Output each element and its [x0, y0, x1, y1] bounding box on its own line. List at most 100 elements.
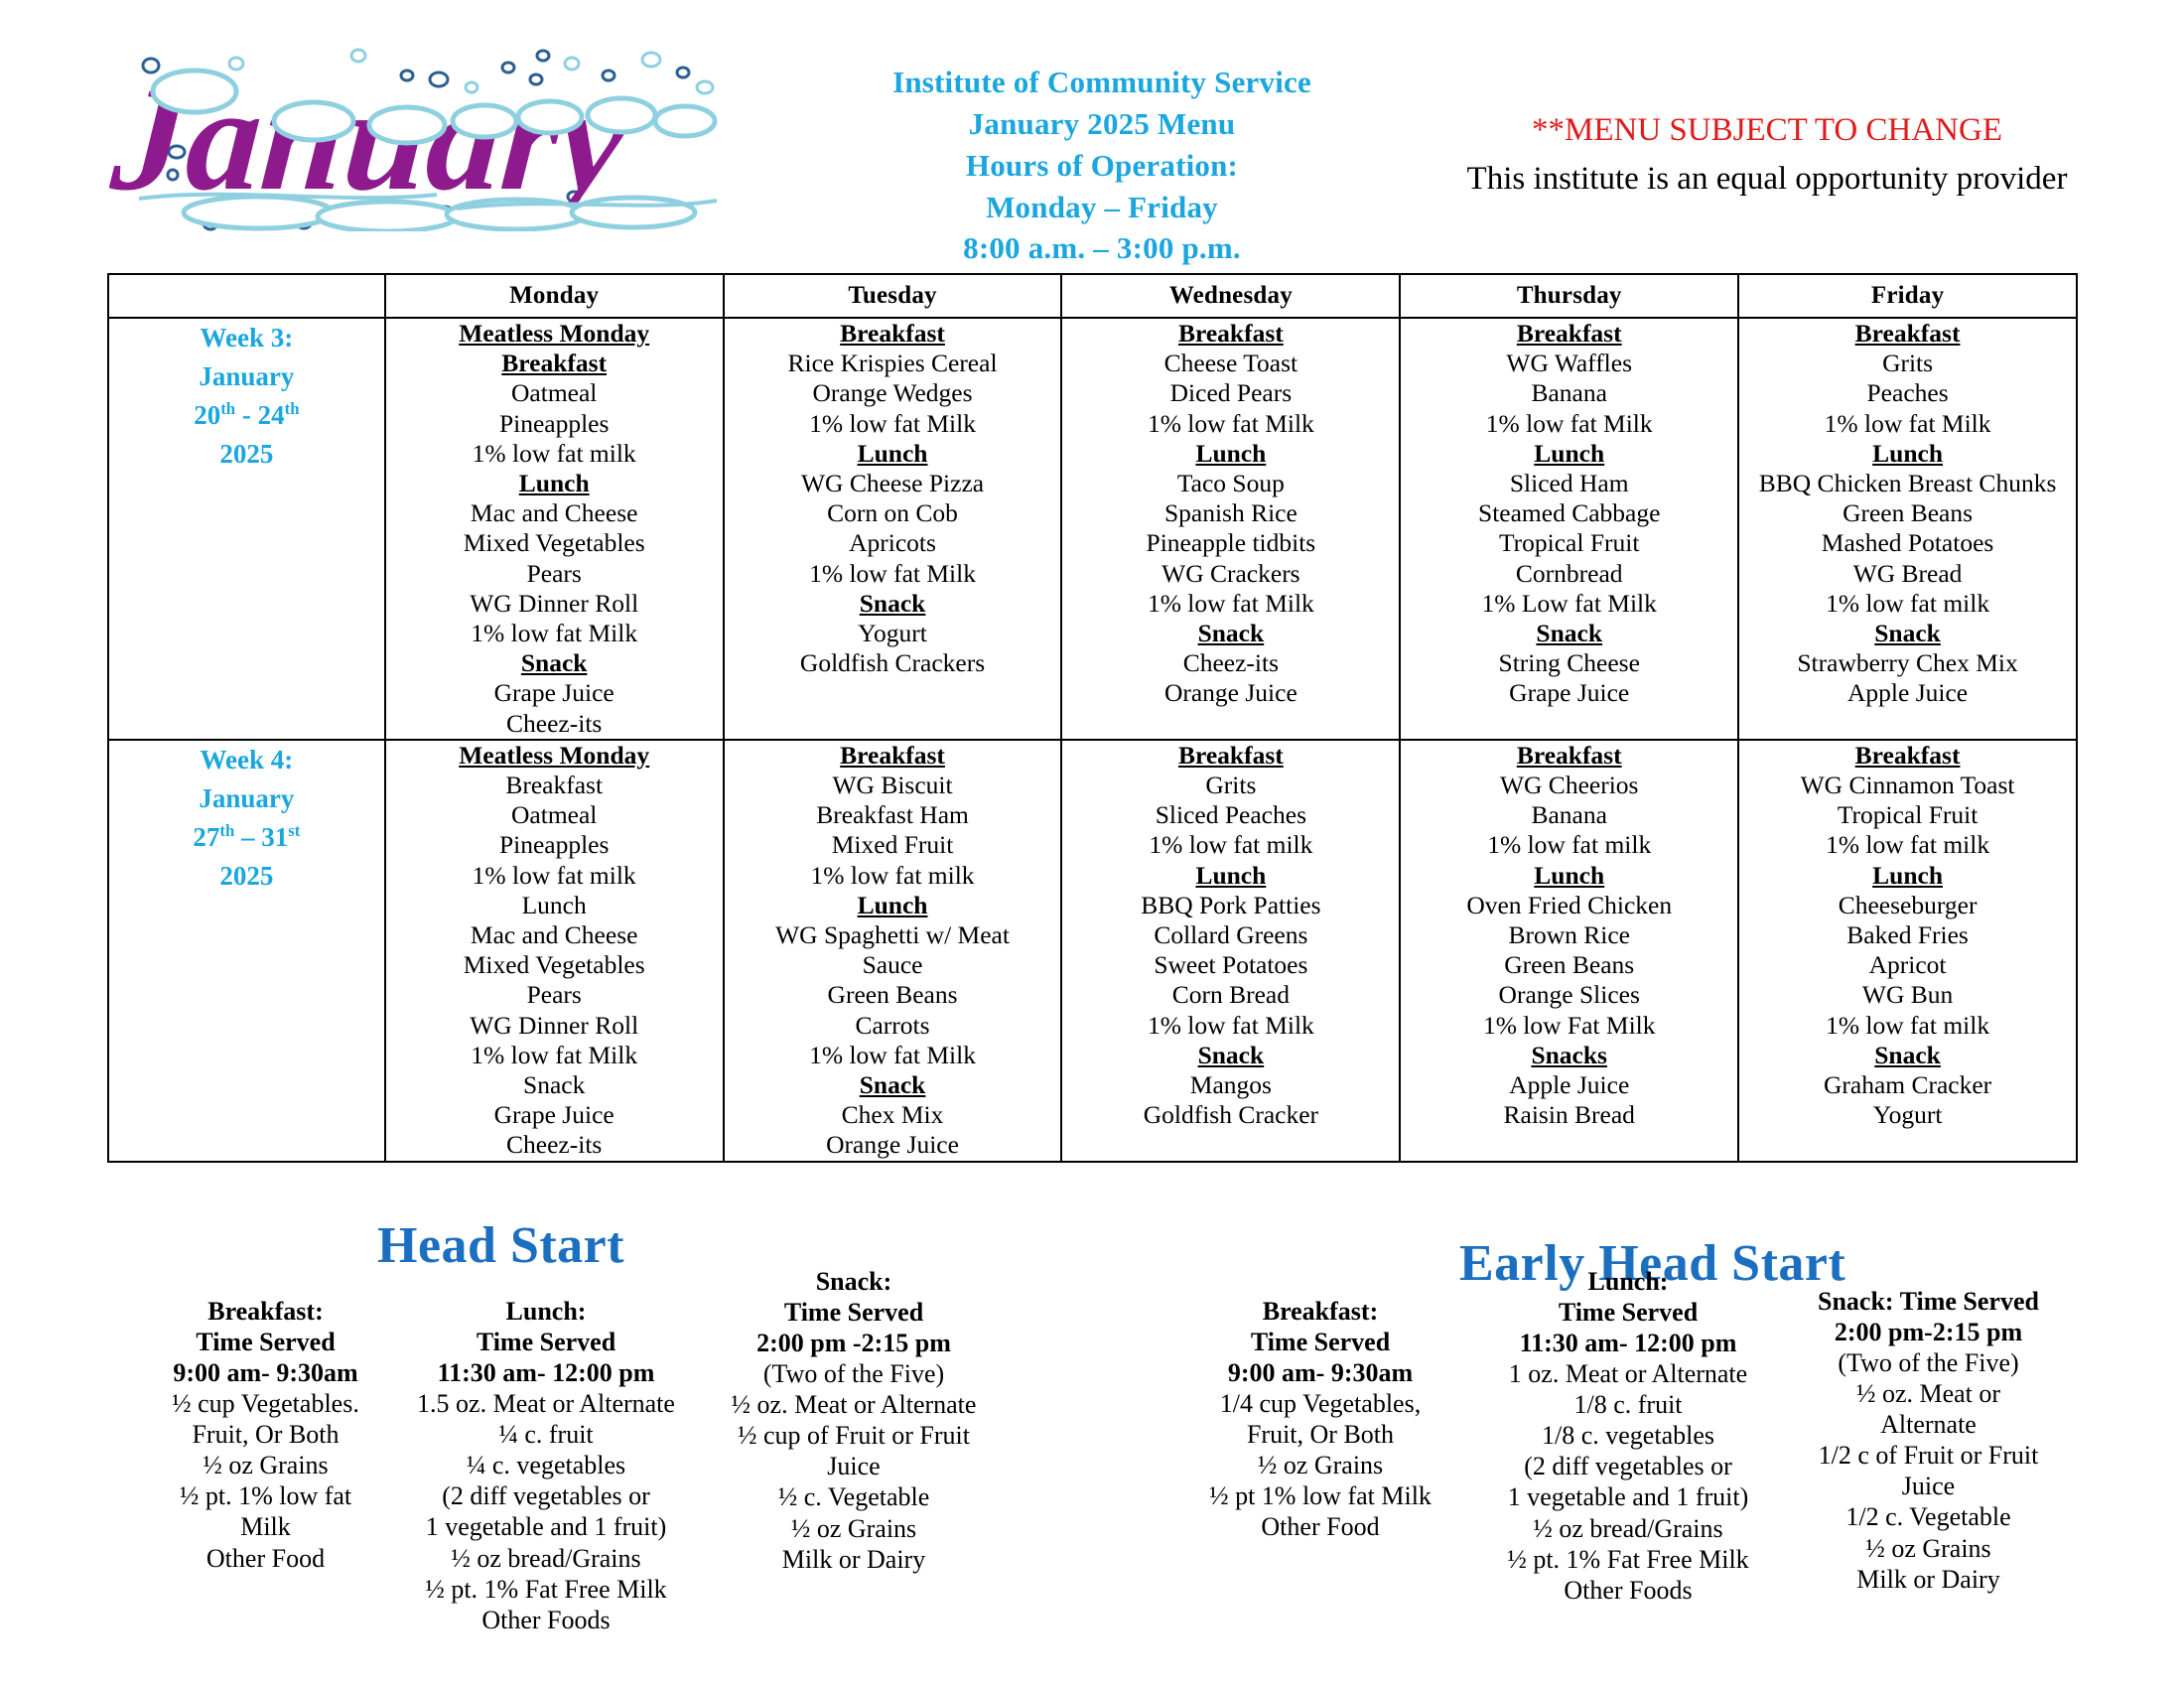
requirement-line: Other Food: [1261, 1512, 1380, 1542]
week-name: Week 4:: [200, 744, 294, 774]
week-label-cell: Week 3: January 20th - 24th 2025: [107, 317, 386, 741]
meal-heading: Lunch: [857, 890, 928, 919]
menu-item: Graham Cracker: [1823, 1070, 1992, 1100]
menu-item: Strawberry Chex Mix: [1797, 648, 2018, 678]
menu-item: Yogurt: [1872, 1100, 1943, 1130]
meal-heading: Breakfast: [1854, 319, 1961, 348]
requirement-line: ½ oz bread/Grains: [1533, 1513, 1723, 1543]
menu-item: 1% low fat Milk: [1147, 588, 1314, 618]
menu-item: 1% low fat Milk: [809, 1040, 976, 1069]
menu-item: Grape Juice: [493, 678, 614, 708]
meal-heading: Lunch: [1872, 860, 1943, 890]
meal-heading: Lunch: [1195, 438, 1267, 468]
meal-heading: Snack: [1197, 619, 1265, 648]
requirement-heading: 2:00 pm -2:15 pm: [756, 1329, 951, 1358]
menu-item: Orange Juice: [1163, 678, 1297, 708]
menu-item: Orange Wedges: [812, 378, 973, 408]
menu-item: 1% low fat Milk: [809, 408, 976, 438]
menu-item: 1% low fat Milk: [1147, 1010, 1314, 1040]
requirement-heading: 11:30 am- 12:00 pm: [437, 1358, 655, 1388]
requirement-line: ½ cup Vegetables.: [172, 1389, 359, 1419]
menu-item: 1% low fat Milk: [1485, 408, 1653, 438]
head-start-title: Head Start: [377, 1217, 625, 1274]
menu-item: Tropical Fruit: [1837, 800, 1979, 830]
menu-item: Green Beans: [827, 980, 958, 1010]
menu-item: Cheez-its: [506, 1130, 603, 1160]
menu-item: Sweet Potatoes: [1154, 950, 1308, 980]
menu-item: WG Dinner Roll: [470, 588, 639, 618]
requirement-line: ½ pt. 1% Fat Free Milk: [1507, 1544, 1749, 1574]
meal-heading: Snack: [1874, 1040, 1941, 1069]
week-dates: 20th - 24th: [194, 399, 300, 431]
menu-item: 1% low fat milk: [1149, 830, 1313, 860]
january-logo: January: [109, 18, 725, 231]
meal-heading: Breakfast: [840, 319, 945, 348]
menu-item: Grape Juice: [493, 1100, 614, 1130]
requirement-line: 1 vegetable and 1 fruit): [425, 1512, 667, 1542]
requirement-line: Milk: [240, 1512, 291, 1542]
menu-item: Pineapples: [498, 830, 610, 860]
header-monday: Monday: [383, 273, 725, 319]
week-month: January: [199, 782, 295, 813]
menu-item: Cornbread: [1515, 558, 1623, 588]
menu-item: Mixed Vegetables: [463, 528, 645, 558]
menu-item: Rice Krispies Cereal: [787, 349, 998, 378]
menu-item: Baked Fries: [1846, 920, 1969, 950]
menu-item: Mixed Fruit: [831, 830, 954, 860]
menu-cell-tuesday: Breakfast Rice Krispies Cereal Orange Wedg…: [722, 317, 1063, 741]
requirement-line: ½ pt. 1% Fat Free Milk: [425, 1574, 667, 1604]
menu-item: Grape Juice: [1509, 678, 1630, 708]
menu-cell-friday: Breakfast Grits Peaches 1% low fat Milk Lunc…: [1737, 317, 2078, 741]
meal-heading: Breakfast: [1516, 319, 1622, 348]
menu-item: 1% Low fat Milk: [1481, 588, 1657, 618]
menu-table-body: Week 3: January 20th - 24th 2025 Meatless Mo…: [107, 317, 2078, 1163]
requirement-heading: Time Served: [476, 1328, 616, 1357]
header-wednesday: Wednesday: [1060, 273, 1402, 319]
menu-item: 1% low fat Milk: [809, 558, 976, 588]
menu-item: 1% low fat milk: [810, 860, 975, 890]
menu-item: Diced Pears: [1169, 378, 1293, 408]
institute-name: Institute of Community Service: [892, 65, 1311, 99]
menu-item: Pineapples: [498, 408, 610, 438]
meal-heading: Breakfast: [1177, 740, 1284, 770]
menu-item: Spanish Rice: [1163, 498, 1297, 528]
menu-item: Breakfast Ham: [816, 800, 969, 830]
header-friday: Friday: [1737, 273, 2078, 319]
menu-item: Mixed Vegetables: [463, 950, 645, 980]
table-row: Week 3: January 20th - 24th 2025 Meatless Mo…: [107, 317, 2078, 741]
requirement-line: Juice: [1901, 1472, 1956, 1501]
requirement-line: ½ cup of Fruit or Fruit: [738, 1421, 970, 1451]
menu-item: Steamed Cabbage: [1478, 498, 1661, 528]
menu-item: WG Biscuit: [832, 771, 953, 800]
menu-item: String Cheese: [1498, 648, 1640, 678]
meal-heading: Snack: [859, 1070, 926, 1100]
requirement-line: ½ oz Grains: [1865, 1533, 1991, 1563]
menu-item: Sauce: [862, 950, 923, 980]
meal-heading: Lunch: [518, 469, 590, 498]
menu-item: WG Spaghetti w/ Meat: [775, 920, 1010, 950]
page-header: January Institute of Community Service J…: [0, 0, 2184, 265]
early-head-start-breakfast-column: Breakfast: Time Served 9:00 am- 9:30am 1/4 …: [1171, 1296, 1469, 1543]
requirement-heading: Lunch:: [1587, 1267, 1669, 1296]
meal-heading: Meatless Monday: [459, 740, 650, 770]
menu-item: Chex Mix: [841, 1100, 944, 1130]
meal-heading: Lunch: [1534, 860, 1605, 890]
menu-table-head: Monday Tuesday Wednesday Thursday Friday: [107, 273, 2078, 319]
menu-item: 1% low fat milk: [1826, 830, 1990, 860]
meal-heading: Snack: [523, 1070, 586, 1100]
menu-item: Orange Slices: [1498, 980, 1640, 1010]
requirement-line: Fruit, Or Both: [1246, 1420, 1395, 1450]
menu-item: Taco Soup: [1176, 469, 1285, 498]
early-head-start-lunch-column: Lunch: Time Served 11:30 am- 12:00 pm 1 oz.…: [1479, 1266, 1777, 1606]
head-start-lunch-column: Lunch: Time Served 11:30 am- 12:00 pm 1.5 o…: [397, 1296, 695, 1635]
meal-heading: Snack: [859, 588, 926, 618]
menu-item: Corn on Cob: [827, 498, 958, 528]
header-thursday: Thursday: [1399, 273, 1740, 319]
menu-item: Grits: [1205, 771, 1257, 800]
early-head-start-snack-column: Snack: Time Served 2:00 pm-2:15 pm (Two of…: [1777, 1286, 2080, 1595]
requirement-heading: 9:00 am- 9:30am: [173, 1358, 358, 1388]
requirement-heading: Time Served: [196, 1328, 336, 1357]
menu-item: Oven Fried Chicken: [1466, 890, 1673, 919]
menu-page: January Institute of Community Service J…: [0, 0, 2184, 1688]
hours-times: 8:00 a.m. – 3:00 p.m.: [963, 230, 1241, 266]
